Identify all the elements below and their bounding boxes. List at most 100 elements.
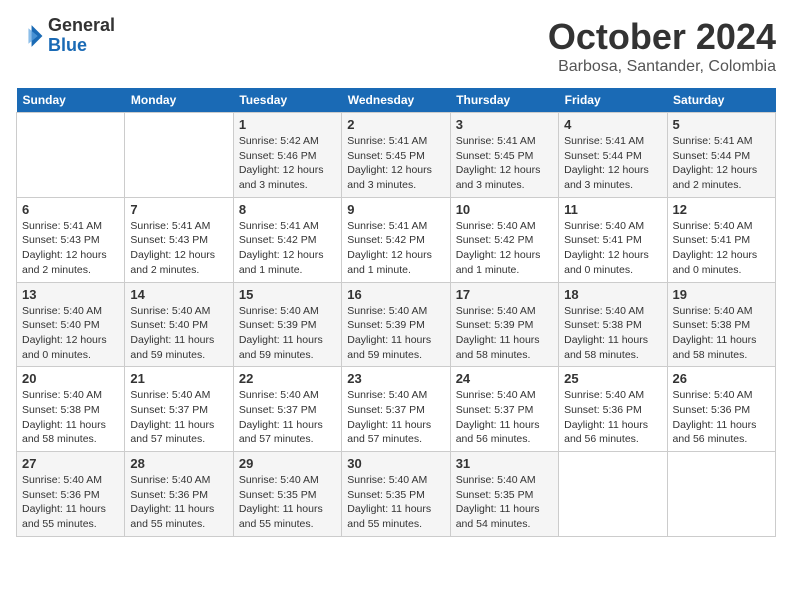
day-info: Sunrise: 5:40 AM Sunset: 5:35 PM Dayligh… — [347, 473, 444, 532]
day-number: 2 — [347, 117, 444, 132]
weekday-header-friday: Friday — [559, 88, 667, 113]
day-info: Sunrise: 5:40 AM Sunset: 5:37 PM Dayligh… — [239, 388, 336, 447]
calendar-cell: 25 Sunrise: 5:40 AM Sunset: 5:36 PM Dayli… — [559, 367, 667, 452]
calendar-cell — [125, 113, 233, 198]
calendar-cell — [559, 452, 667, 537]
day-number: 23 — [347, 371, 444, 386]
day-info: Sunrise: 5:40 AM Sunset: 5:35 PM Dayligh… — [456, 473, 553, 532]
day-number: 1 — [239, 117, 336, 132]
day-number: 27 — [22, 456, 119, 471]
day-number: 22 — [239, 371, 336, 386]
day-number: 13 — [22, 287, 119, 302]
day-info: Sunrise: 5:40 AM Sunset: 5:39 PM Dayligh… — [347, 304, 444, 363]
logo-text: General Blue — [48, 16, 115, 56]
day-info: Sunrise: 5:40 AM Sunset: 5:35 PM Dayligh… — [239, 473, 336, 532]
logo: General Blue — [16, 16, 115, 56]
calendar-cell: 4Sunrise: 5:41 AM Sunset: 5:44 PM Daylig… — [559, 113, 667, 198]
day-info: Sunrise: 5:40 AM Sunset: 5:37 PM Dayligh… — [130, 388, 227, 447]
weekday-header-sunday: Sunday — [17, 88, 125, 113]
day-number: 14 — [130, 287, 227, 302]
logo-line1: General — [48, 16, 115, 36]
calendar-cell: 5 Sunrise: 5:41 AM Sunset: 5:44 PM Daylig… — [667, 113, 775, 198]
day-number: 3 — [456, 117, 553, 132]
day-number: 8 — [239, 202, 336, 217]
calendar-cell: 19Sunrise: 5:40 AM Sunset: 5:38 PM Dayli… — [667, 282, 775, 367]
calendar-cell — [667, 452, 775, 537]
day-number: 5 — [673, 117, 770, 132]
calendar-cell: 13 Sunrise: 5:40 AM Sunset: 5:40 PM Dayli… — [17, 282, 125, 367]
calendar-cell: 29 Sunrise: 5:40 AM Sunset: 5:35 PM Dayli… — [233, 452, 341, 537]
day-info: Sunrise: 5:41 AM Sunset: 5:42 PM Dayligh… — [347, 219, 444, 278]
calendar-cell: 7 Sunrise: 5:41 AM Sunset: 5:43 PM Daylig… — [125, 197, 233, 282]
day-number: 19 — [673, 287, 770, 302]
calendar-cell: 9 Sunrise: 5:41 AM Sunset: 5:42 PM Daylig… — [342, 197, 450, 282]
day-number: 29 — [239, 456, 336, 471]
calendar-cell: 16 Sunrise: 5:40 AM Sunset: 5:39 PM Dayli… — [342, 282, 450, 367]
calendar-cell: 27 Sunrise: 5:40 AM Sunset: 5:36 PM Dayli… — [17, 452, 125, 537]
weekday-header-thursday: Thursday — [450, 88, 558, 113]
weekday-header-monday: Monday — [125, 88, 233, 113]
calendar-cell — [17, 113, 125, 198]
logo-line2: Blue — [48, 36, 115, 56]
calendar-cell: 23 Sunrise: 5:40 AM Sunset: 5:37 PM Dayli… — [342, 367, 450, 452]
day-number: 9 — [347, 202, 444, 217]
day-number: 28 — [130, 456, 227, 471]
weekday-header-tuesday: Tuesday — [233, 88, 341, 113]
day-info: Sunrise: 5:40 AM Sunset: 5:41 PM Dayligh… — [673, 219, 770, 278]
day-info: Sunrise: 5:40 AM Sunset: 5:40 PM Dayligh… — [22, 304, 119, 363]
day-number: 11 — [564, 202, 661, 217]
day-info: Sunrise: 5:41 AM Sunset: 5:44 PM Dayligh… — [673, 134, 770, 193]
calendar-cell: 8Sunrise: 5:41 AM Sunset: 5:42 PM Daylig… — [233, 197, 341, 282]
calendar-cell: 20Sunrise: 5:40 AM Sunset: 5:38 PM Dayli… — [17, 367, 125, 452]
day-info: Sunrise: 5:41 AM Sunset: 5:45 PM Dayligh… — [347, 134, 444, 193]
day-info: Sunrise: 5:40 AM Sunset: 5:36 PM Dayligh… — [564, 388, 661, 447]
day-number: 12 — [673, 202, 770, 217]
day-number: 30 — [347, 456, 444, 471]
day-number: 6 — [22, 202, 119, 217]
day-info: Sunrise: 5:41 AM Sunset: 5:44 PM Dayligh… — [564, 134, 661, 193]
title-block: October 2024 Barbosa, Santander, Colombi… — [548, 16, 776, 76]
calendar-cell: 22 Sunrise: 5:40 AM Sunset: 5:37 PM Dayli… — [233, 367, 341, 452]
day-number: 16 — [347, 287, 444, 302]
calendar-cell: 3Sunrise: 5:41 AM Sunset: 5:45 PM Daylig… — [450, 113, 558, 198]
weekday-header-wednesday: Wednesday — [342, 88, 450, 113]
day-info: Sunrise: 5:40 AM Sunset: 5:42 PM Dayligh… — [456, 219, 553, 278]
day-info: Sunrise: 5:40 AM Sunset: 5:36 PM Dayligh… — [22, 473, 119, 532]
calendar-cell: 10 Sunrise: 5:40 AM Sunset: 5:42 PM Dayli… — [450, 197, 558, 282]
day-number: 25 — [564, 371, 661, 386]
logo-icon — [16, 22, 44, 50]
calendar-cell: 12 Sunrise: 5:40 AM Sunset: 5:41 PM Dayli… — [667, 197, 775, 282]
calendar-cell: 30 Sunrise: 5:40 AM Sunset: 5:35 PM Dayli… — [342, 452, 450, 537]
day-info: Sunrise: 5:40 AM Sunset: 5:36 PM Dayligh… — [673, 388, 770, 447]
calendar-cell: 6 Sunrise: 5:41 AM Sunset: 5:43 PM Daylig… — [17, 197, 125, 282]
day-number: 31 — [456, 456, 553, 471]
day-number: 10 — [456, 202, 553, 217]
day-number: 18 — [564, 287, 661, 302]
day-number: 7 — [130, 202, 227, 217]
day-info: Sunrise: 5:40 AM Sunset: 5:39 PM Dayligh… — [239, 304, 336, 363]
day-number: 21 — [130, 371, 227, 386]
day-info: Sunrise: 5:41 AM Sunset: 5:43 PM Dayligh… — [130, 219, 227, 278]
calendar-cell: 24Sunrise: 5:40 AM Sunset: 5:37 PM Dayli… — [450, 367, 558, 452]
day-info: Sunrise: 5:40 AM Sunset: 5:39 PM Dayligh… — [456, 304, 553, 363]
calendar-cell: 18Sunrise: 5:40 AM Sunset: 5:38 PM Dayli… — [559, 282, 667, 367]
day-info: Sunrise: 5:40 AM Sunset: 5:41 PM Dayligh… — [564, 219, 661, 278]
day-number: 24 — [456, 371, 553, 386]
day-number: 17 — [456, 287, 553, 302]
month-title: October 2024 — [548, 16, 776, 58]
day-info: Sunrise: 5:40 AM Sunset: 5:36 PM Dayligh… — [130, 473, 227, 532]
calendar-cell: 26Sunrise: 5:40 AM Sunset: 5:36 PM Dayli… — [667, 367, 775, 452]
day-info: Sunrise: 5:42 AM Sunset: 5:46 PM Dayligh… — [239, 134, 336, 193]
day-info: Sunrise: 5:41 AM Sunset: 5:43 PM Dayligh… — [22, 219, 119, 278]
day-info: Sunrise: 5:40 AM Sunset: 5:40 PM Dayligh… — [130, 304, 227, 363]
calendar-cell: 28 Sunrise: 5:40 AM Sunset: 5:36 PM Dayli… — [125, 452, 233, 537]
day-info: Sunrise: 5:40 AM Sunset: 5:37 PM Dayligh… — [347, 388, 444, 447]
calendar-cell: 17 Sunrise: 5:40 AM Sunset: 5:39 PM Dayli… — [450, 282, 558, 367]
calendar-cell: 31 Sunrise: 5:40 AM Sunset: 5:35 PM Dayli… — [450, 452, 558, 537]
calendar-cell: 2 Sunrise: 5:41 AM Sunset: 5:45 PM Daylig… — [342, 113, 450, 198]
calendar-cell: 21 Sunrise: 5:40 AM Sunset: 5:37 PM Dayli… — [125, 367, 233, 452]
day-number: 20 — [22, 371, 119, 386]
calendar-cell: 14 Sunrise: 5:40 AM Sunset: 5:40 PM Dayli… — [125, 282, 233, 367]
location-subtitle: Barbosa, Santander, Colombia — [548, 58, 776, 76]
day-number: 15 — [239, 287, 336, 302]
